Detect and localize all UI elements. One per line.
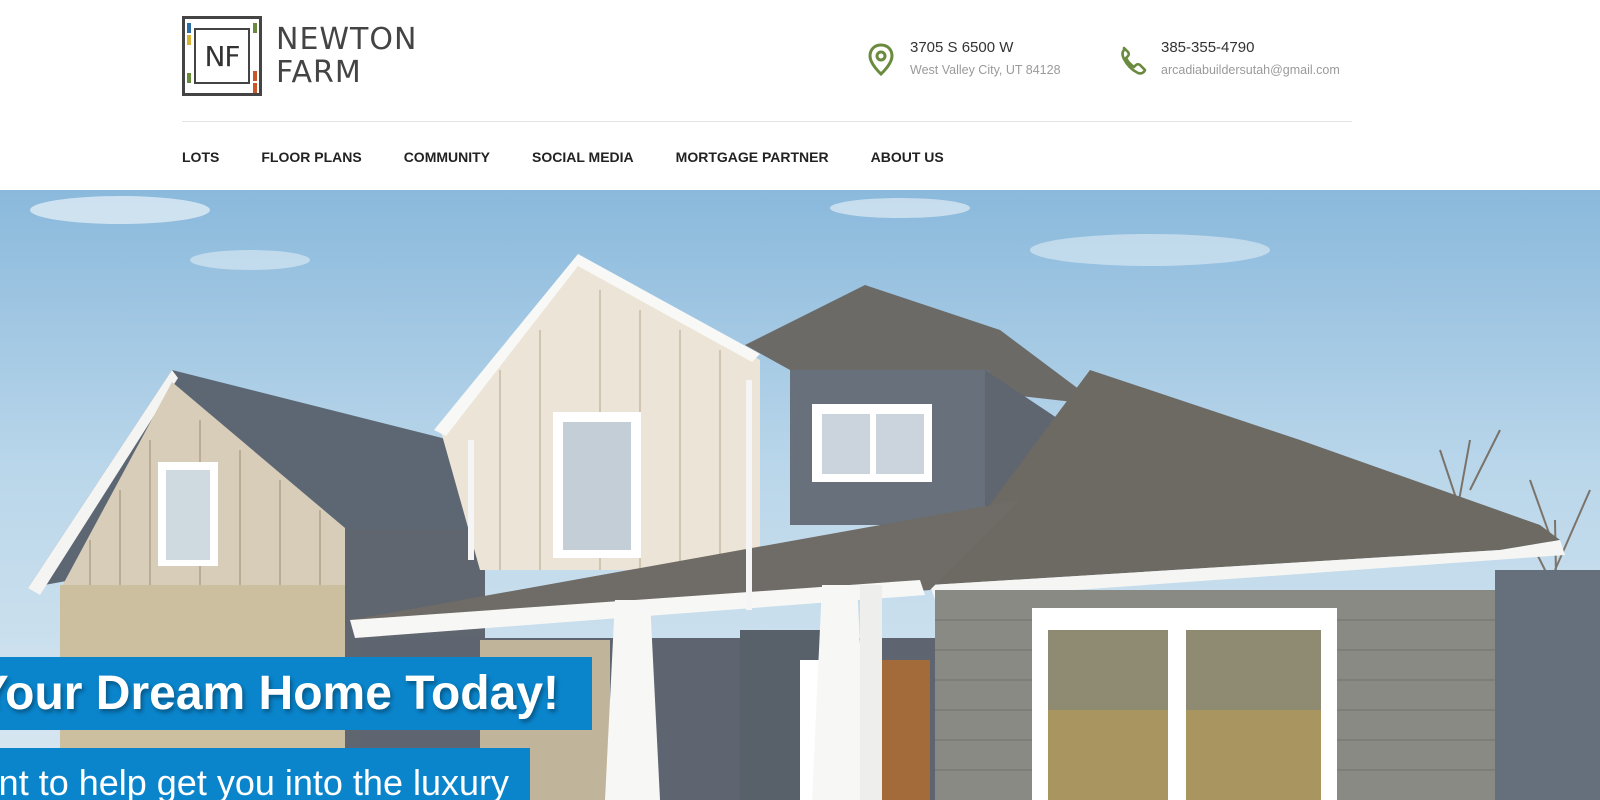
- phone-number[interactable]: 385-355-4790: [1161, 38, 1340, 58]
- nav-item-social-media[interactable]: SOCIAL MEDIA: [532, 149, 634, 165]
- nav-item-community[interactable]: COMMUNITY: [404, 149, 490, 165]
- logo-mark: NF: [182, 16, 262, 96]
- phone-block: 385-355-4790 arcadiabuildersutah@gmail.c…: [1117, 38, 1340, 79]
- address-city: West Valley City, UT 84128: [910, 63, 1061, 77]
- hero-title-banner: Find Your Dream Home Today!: [0, 657, 592, 730]
- site-header: NF NEWTON FARM 3705 S 6500 W West Valley…: [0, 0, 1600, 190]
- site-logo[interactable]: NF NEWTON FARM: [182, 16, 417, 96]
- hero-title: Find Your Dream Home Today!: [0, 667, 559, 720]
- header-divider: [182, 121, 1352, 122]
- map-pin-icon: [868, 43, 894, 77]
- nav-item-about-us[interactable]: ABOUT US: [871, 149, 944, 165]
- logo-monogram: NF: [194, 28, 250, 84]
- logo-wordmark: NEWTON FARM: [276, 23, 417, 89]
- phone-icon: [1121, 46, 1147, 75]
- nav-item-lots[interactable]: LOTS: [182, 149, 219, 165]
- logo-name-line2: FARM: [276, 55, 362, 90]
- email-address[interactable]: arcadiabuildersutah@gmail.com: [1161, 61, 1340, 79]
- address-street: 3705 S 6500 W: [910, 39, 1014, 56]
- address-block: 3705 S 6500 W West Valley City, UT 84128: [866, 38, 1061, 79]
- main-nav: LOTS FLOOR PLANS COMMUNITY SOCIAL MEDIA …: [182, 149, 944, 165]
- hero-subtitle: We want to help get you into the luxury: [0, 762, 509, 800]
- nav-item-mortgage-partner[interactable]: MORTGAGE PARTNER: [676, 149, 829, 165]
- nav-item-floor-plans[interactable]: FLOOR PLANS: [261, 149, 361, 165]
- logo-name-line1: NEWTON: [276, 22, 418, 57]
- hero-subtitle-banner: We want to help get you into the luxury: [0, 748, 530, 800]
